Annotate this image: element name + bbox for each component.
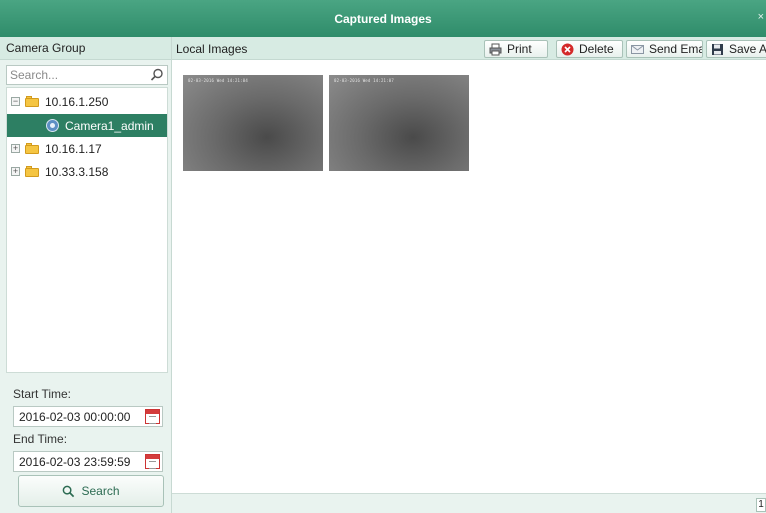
tree-item-label: 10.16.1.250 [45,94,109,109]
folder-icon [25,95,39,107]
end-time-value: 2016-02-03 23:59:59 [19,454,131,469]
expand-icon[interactable]: + [11,167,20,176]
pagination-bar: 1 [172,493,766,513]
tree-item-label: Camera1_admin [65,118,154,133]
tree-item-10-16-1-17[interactable]: + 10.16.1.17 [7,137,167,160]
print-button[interactable]: Print [484,40,548,58]
save-as-label: Save As [729,42,766,56]
folder-icon [25,165,39,177]
search-button[interactable]: Search [18,475,164,507]
calendar-icon[interactable] [145,454,160,469]
end-time-label: End Time: [13,432,68,446]
captured-image-thumbnail[interactable]: 02-03-2016 Wed 14:21:07 [329,75,469,171]
save-as-button[interactable]: Save As [706,40,766,58]
close-icon[interactable]: × [758,11,764,23]
end-time-field[interactable]: 2016-02-03 23:59:59 [13,451,163,472]
delete-icon [561,43,574,55]
title-bar: Captured Images × [0,0,766,37]
printer-icon [489,43,502,55]
search-icon[interactable] [150,68,164,82]
camera-icon [46,119,59,132]
local-images-title: Local Images [176,42,248,56]
camera-search-box[interactable] [6,65,168,85]
tree-item-label: 10.16.1.17 [45,141,102,156]
tree-item-label: 10.33.3.158 [45,164,109,179]
image-timestamp-overlay: 02-03-2016 Wed 14:21:04 [188,78,248,83]
image-timestamp-overlay: 02-03-2016 Wed 14:21:07 [334,78,394,83]
expand-icon[interactable]: + [11,144,20,153]
start-time-label: Start Time: [13,387,72,401]
tree-item-10-16-1-250[interactable]: − 10.16.1.250 [7,90,167,113]
delete-button[interactable]: Delete [556,40,623,58]
folder-icon [25,142,39,154]
search-icon [63,485,75,497]
save-icon [712,43,723,55]
start-time-field[interactable]: 2016-02-03 00:00:00 [13,406,163,427]
tree-item-camera1-admin[interactable]: Camera1_admin [7,114,167,137]
camera-group-header: Camera Group [0,37,171,60]
captured-image-thumbnail[interactable]: 02-03-2016 Wed 14:21:04 [183,75,323,171]
calendar-icon[interactable] [145,409,160,424]
delete-label: Delete [579,42,614,56]
start-time-value: 2016-02-03 00:00:00 [19,409,131,424]
camera-tree: − 10.16.1.250 Camera1_admin + 10.16.1.17… [6,87,168,373]
collapse-icon[interactable]: − [11,97,20,106]
tree-item-10-33-3-158[interactable]: + 10.33.3.158 [7,160,167,183]
send-email-button[interactable]: Send Email [626,40,703,58]
window-title: Captured Images [334,11,432,26]
image-gallery: 02-03-2016 Wed 14:21:04 02-03-2016 Wed 1… [174,62,766,493]
local-images-header: Local Images Print Delete Send Email Sav… [172,37,766,60]
camera-search-input[interactable] [7,66,145,84]
search-button-label: Search [81,484,120,498]
page-number[interactable]: 1 [756,498,766,512]
print-label: Print [507,42,532,56]
send-email-label: Send Email [649,42,702,56]
email-icon [631,44,644,54]
